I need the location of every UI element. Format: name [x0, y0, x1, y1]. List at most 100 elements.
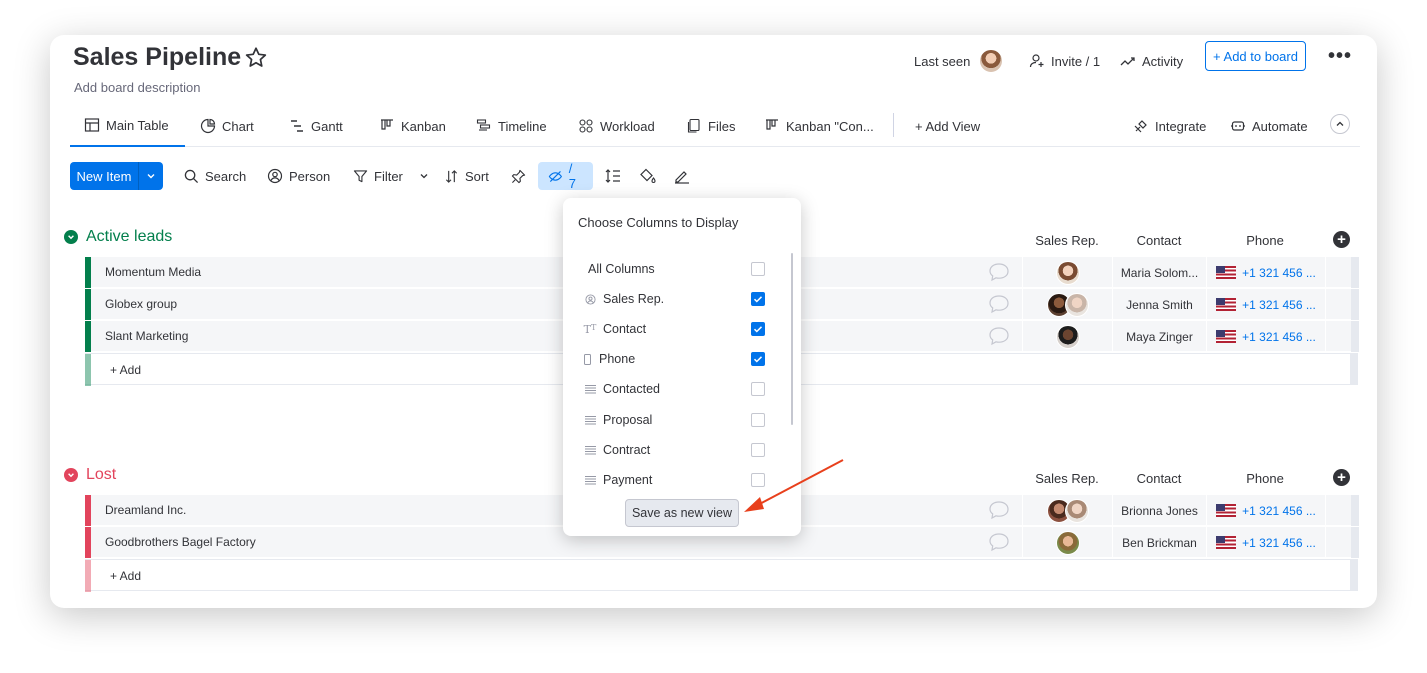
us-flag-icon — [1216, 504, 1237, 517]
comment-icon[interactable] — [988, 500, 1010, 520]
option-sales-rep[interactable]: Sales Rep. — [583, 289, 768, 309]
search-icon — [184, 169, 199, 183]
checkbox[interactable] — [751, 292, 765, 306]
tab-timeline[interactable]: Timeline — [476, 105, 547, 147]
tab-chart[interactable]: Chart — [200, 105, 254, 147]
color-button[interactable] — [640, 162, 656, 190]
integrate-button[interactable]: Integrate — [1133, 105, 1206, 147]
comment-icon[interactable] — [988, 326, 1010, 346]
hide-columns-button[interactable]: / 7 — [538, 161, 593, 191]
kanban-icon — [381, 119, 393, 130]
option-label: Payment — [603, 473, 653, 487]
phone-cell[interactable]: +1 321 456 ... — [1206, 289, 1325, 320]
formula-button[interactable] — [674, 162, 690, 190]
item-name[interactable]: Globex group — [105, 297, 177, 311]
comment-icon[interactable] — [988, 532, 1010, 552]
add-to-board-button[interactable]: + Add to board — [1205, 41, 1306, 71]
column-header-sales-rep[interactable]: Sales Rep. — [1022, 471, 1112, 486]
chevron-down-icon[interactable] — [419, 171, 429, 181]
checkbox[interactable] — [751, 413, 765, 427]
person-filter-button[interactable]: Person — [267, 162, 330, 190]
pin-button[interactable] — [511, 162, 526, 190]
tab-gantt[interactable]: Gantt — [289, 105, 343, 147]
automate-button[interactable]: Automate — [1230, 105, 1308, 147]
add-view-button[interactable]: + Add View — [915, 105, 980, 147]
item-name[interactable]: Goodbrothers Bagel Factory — [105, 535, 256, 549]
sort-button[interactable]: Sort — [444, 162, 489, 190]
item-name[interactable]: Momentum Media — [105, 265, 201, 279]
checkbox[interactable] — [751, 262, 765, 276]
comment-icon[interactable] — [988, 294, 1010, 314]
add-item-row[interactable]: + Add — [85, 559, 1358, 592]
group-title-lost[interactable]: Lost — [64, 466, 116, 484]
add-item-label: + Add — [110, 569, 142, 583]
tab-files[interactable]: Files — [686, 105, 735, 147]
checkbox[interactable] — [751, 382, 765, 396]
option-contact[interactable]: TT Contact — [583, 319, 768, 339]
column-header-phone[interactable]: Phone — [1206, 471, 1324, 486]
more-options-icon[interactable]: ••• — [1328, 45, 1352, 68]
phone-cell[interactable]: +1 321 456 ... — [1206, 495, 1325, 526]
filter-button[interactable]: Filter — [353, 162, 429, 190]
sales-rep-cell[interactable] — [1022, 321, 1112, 352]
row-edge — [1350, 559, 1358, 591]
contact-cell[interactable]: Maria Solom... — [1112, 257, 1206, 288]
empty-cell — [1325, 495, 1351, 526]
phone-cell[interactable]: +1 321 456 ... — [1206, 257, 1325, 288]
row-height-button[interactable] — [605, 162, 621, 190]
group-title-active-leads[interactable]: Active leads — [64, 228, 172, 246]
option-proposal[interactable]: Proposal — [583, 410, 768, 430]
add-column-icon[interactable]: + — [1333, 231, 1350, 248]
new-item-button[interactable]: New Item — [70, 162, 163, 190]
option-contacted[interactable]: Contacted — [583, 379, 768, 399]
checkbox[interactable] — [751, 322, 765, 336]
board-description[interactable]: Add board description — [74, 80, 200, 95]
column-header-sales-rep[interactable]: Sales Rep. — [1022, 233, 1112, 248]
contact-cell[interactable]: Jenna Smith — [1112, 289, 1206, 320]
tab-kanban-contacts[interactable]: Kanban "Con... — [764, 105, 874, 147]
phone-number: +1 321 456 ... — [1242, 265, 1316, 280]
tab-workload[interactable]: Workload — [578, 105, 655, 147]
empty-cell — [1325, 289, 1351, 320]
chevron-down-icon[interactable] — [64, 230, 78, 244]
column-header-contact[interactable]: Contact — [1112, 471, 1206, 486]
group-title-label: Lost — [86, 466, 117, 483]
tab-main-table[interactable]: Main Table — [70, 105, 185, 147]
option-all-columns[interactable]: All Columns — [588, 259, 773, 279]
save-as-new-view-button[interactable]: Save as new view — [625, 499, 739, 527]
tab-kanban[interactable]: Kanban — [379, 105, 446, 147]
item-name[interactable]: Dreamland Inc. — [105, 503, 186, 517]
sales-rep-cell[interactable] — [1022, 257, 1112, 288]
option-label: Contract — [603, 443, 651, 457]
item-name[interactable]: Slant Marketing — [105, 329, 188, 343]
chevron-down-icon[interactable] — [64, 468, 78, 482]
phone-cell[interactable]: +1 321 456 ... — [1206, 527, 1325, 558]
contact-cell[interactable]: Maya Zinger — [1112, 321, 1206, 352]
popup-scrollbar[interactable] — [791, 253, 793, 425]
comment-icon[interactable] — [988, 262, 1010, 282]
search-label: Search — [205, 168, 247, 184]
activity-label: Activity — [1142, 53, 1184, 69]
checkbox[interactable] — [751, 352, 765, 366]
column-header-contact[interactable]: Contact — [1112, 233, 1206, 248]
empty-cell — [1325, 321, 1351, 352]
star-icon[interactable] — [243, 45, 269, 71]
tab-label: Main Table — [106, 117, 169, 133]
phone-cell[interactable]: +1 321 456 ... — [1206, 321, 1325, 352]
last-seen-label: Last seen — [914, 53, 971, 69]
option-phone[interactable]: Phone — [583, 349, 768, 369]
search-button[interactable]: Search — [184, 162, 246, 190]
activity-button[interactable]: Activity — [1120, 45, 1183, 77]
add-column-icon[interactable]: + — [1333, 469, 1350, 486]
board-title[interactable]: Sales Pipeline — [73, 43, 241, 72]
sales-rep-cell[interactable] — [1022, 289, 1112, 320]
invite-button[interactable]: Invite / 1 — [1029, 45, 1100, 77]
new-item-dropdown[interactable] — [138, 162, 163, 190]
contact-cell[interactable]: Brionna Jones — [1112, 495, 1206, 526]
contact-cell[interactable]: Ben Brickman — [1112, 527, 1206, 558]
column-header-phone[interactable]: Phone — [1206, 233, 1324, 248]
sales-rep-cell[interactable] — [1022, 495, 1112, 526]
last-seen[interactable]: Last seen — [914, 45, 1004, 77]
sales-rep-cell[interactable] — [1022, 527, 1112, 558]
collapse-header-button[interactable] — [1330, 114, 1350, 134]
